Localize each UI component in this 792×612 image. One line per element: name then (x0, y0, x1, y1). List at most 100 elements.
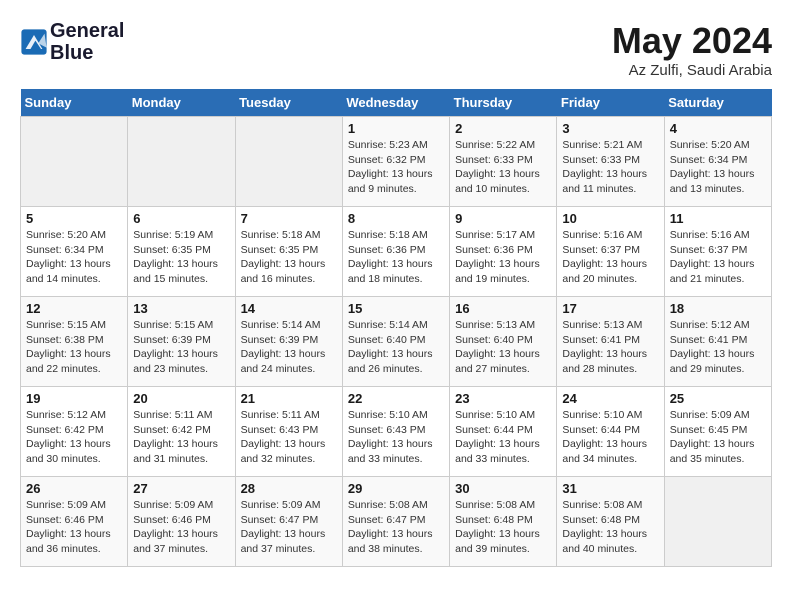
day-number: 10 (562, 211, 658, 226)
day-header-sunday: Sunday (21, 89, 128, 117)
logo-text: General Blue (50, 20, 124, 64)
page-header: General Blue May 2024 Az Zulfi, Saudi Ar… (20, 20, 772, 79)
day-number: 17 (562, 301, 658, 316)
calendar-cell: 26 Sunrise: 5:09 AM Sunset: 6:46 PM Dayli… (21, 477, 128, 567)
day-number: 31 (562, 481, 658, 496)
day-number: 3 (562, 121, 658, 136)
day-info: Sunrise: 5:14 AM Sunset: 6:40 PM Dayligh… (348, 318, 444, 377)
title-block: May 2024 Az Zulfi, Saudi Arabia (612, 20, 772, 79)
calendar-week-row: 19 Sunrise: 5:12 AM Sunset: 6:42 PM Dayli… (21, 387, 772, 477)
day-number: 14 (241, 301, 337, 316)
day-number: 19 (26, 391, 122, 406)
calendar-cell: 24 Sunrise: 5:10 AM Sunset: 6:44 PM Dayli… (557, 387, 664, 477)
day-number: 27 (133, 481, 229, 496)
day-info: Sunrise: 5:20 AM Sunset: 6:34 PM Dayligh… (670, 138, 766, 197)
calendar-week-row: 26 Sunrise: 5:09 AM Sunset: 6:46 PM Dayli… (21, 477, 772, 567)
day-number: 26 (26, 481, 122, 496)
day-header-thursday: Thursday (450, 89, 557, 117)
calendar-cell: 20 Sunrise: 5:11 AM Sunset: 6:42 PM Dayli… (128, 387, 235, 477)
day-info: Sunrise: 5:09 AM Sunset: 6:47 PM Dayligh… (241, 498, 337, 557)
day-header-monday: Monday (128, 89, 235, 117)
day-number: 7 (241, 211, 337, 226)
calendar-cell: 22 Sunrise: 5:10 AM Sunset: 6:43 PM Dayli… (342, 387, 449, 477)
day-header-tuesday: Tuesday (235, 89, 342, 117)
day-number: 8 (348, 211, 444, 226)
calendar-week-row: 1Sunrise: 5:23 AM Sunset: 6:32 PM Daylig… (21, 117, 772, 207)
day-info: Sunrise: 5:10 AM Sunset: 6:44 PM Dayligh… (562, 408, 658, 467)
calendar-header-row: SundayMondayTuesdayWednesdayThursdayFrid… (21, 89, 772, 117)
day-info: Sunrise: 5:08 AM Sunset: 6:47 PM Dayligh… (348, 498, 444, 557)
calendar-cell: 8 Sunrise: 5:18 AM Sunset: 6:36 PM Daylig… (342, 207, 449, 297)
day-info: Sunrise: 5:21 AM Sunset: 6:33 PM Dayligh… (562, 138, 658, 197)
day-number: 12 (26, 301, 122, 316)
day-info: Sunrise: 5:19 AM Sunset: 6:35 PM Dayligh… (133, 228, 229, 287)
calendar-cell: 23 Sunrise: 5:10 AM Sunset: 6:44 PM Dayli… (450, 387, 557, 477)
day-info: Sunrise: 5:12 AM Sunset: 6:42 PM Dayligh… (26, 408, 122, 467)
day-number: 28 (241, 481, 337, 496)
calendar-cell (21, 117, 128, 207)
day-number: 22 (348, 391, 444, 406)
calendar-cell: 29 Sunrise: 5:08 AM Sunset: 6:47 PM Dayli… (342, 477, 449, 567)
calendar-cell: 21Sunrise: 5:11 AM Sunset: 6:43 PM Dayli… (235, 387, 342, 477)
day-number: 16 (455, 301, 551, 316)
day-number: 13 (133, 301, 229, 316)
day-header-wednesday: Wednesday (342, 89, 449, 117)
calendar-cell: 28 Sunrise: 5:09 AM Sunset: 6:47 PM Dayli… (235, 477, 342, 567)
calendar-cell: 9Sunrise: 5:17 AM Sunset: 6:36 PM Daylig… (450, 207, 557, 297)
day-info: Sunrise: 5:15 AM Sunset: 6:38 PM Dayligh… (26, 318, 122, 377)
day-number: 29 (348, 481, 444, 496)
day-header-saturday: Saturday (664, 89, 771, 117)
calendar-cell: 25Sunrise: 5:09 AM Sunset: 6:45 PM Dayli… (664, 387, 771, 477)
day-number: 2 (455, 121, 551, 136)
calendar-week-row: 5 Sunrise: 5:20 AM Sunset: 6:34 PM Daylig… (21, 207, 772, 297)
calendar-cell: 18 Sunrise: 5:12 AM Sunset: 6:41 PM Dayli… (664, 297, 771, 387)
calendar-cell: 19 Sunrise: 5:12 AM Sunset: 6:42 PM Dayli… (21, 387, 128, 477)
day-info: Sunrise: 5:13 AM Sunset: 6:40 PM Dayligh… (455, 318, 551, 377)
calendar-cell: 5 Sunrise: 5:20 AM Sunset: 6:34 PM Daylig… (21, 207, 128, 297)
day-number: 30 (455, 481, 551, 496)
day-info: Sunrise: 5:12 AM Sunset: 6:41 PM Dayligh… (670, 318, 766, 377)
day-info: Sunrise: 5:14 AM Sunset: 6:39 PM Dayligh… (241, 318, 337, 377)
logo: General Blue (20, 20, 124, 64)
calendar-cell: 4Sunrise: 5:20 AM Sunset: 6:34 PM Daylig… (664, 117, 771, 207)
day-number: 6 (133, 211, 229, 226)
day-number: 20 (133, 391, 229, 406)
day-number: 21 (241, 391, 337, 406)
calendar-cell: 14 Sunrise: 5:14 AM Sunset: 6:39 PM Dayli… (235, 297, 342, 387)
day-number: 5 (26, 211, 122, 226)
calendar-cell: 15 Sunrise: 5:14 AM Sunset: 6:40 PM Dayli… (342, 297, 449, 387)
calendar-cell: 7 Sunrise: 5:18 AM Sunset: 6:35 PM Daylig… (235, 207, 342, 297)
day-info: Sunrise: 5:13 AM Sunset: 6:41 PM Dayligh… (562, 318, 658, 377)
day-info: Sunrise: 5:17 AM Sunset: 6:36 PM Dayligh… (455, 228, 551, 287)
calendar-cell: 3 Sunrise: 5:21 AM Sunset: 6:33 PM Daylig… (557, 117, 664, 207)
day-info: Sunrise: 5:10 AM Sunset: 6:43 PM Dayligh… (348, 408, 444, 467)
day-number: 15 (348, 301, 444, 316)
calendar-cell (664, 477, 771, 567)
calendar-cell: 17 Sunrise: 5:13 AM Sunset: 6:41 PM Dayli… (557, 297, 664, 387)
day-info: Sunrise: 5:23 AM Sunset: 6:32 PM Dayligh… (348, 138, 444, 197)
logo-icon (20, 28, 48, 56)
calendar-cell: 27Sunrise: 5:09 AM Sunset: 6:46 PM Dayli… (128, 477, 235, 567)
day-info: Sunrise: 5:10 AM Sunset: 6:44 PM Dayligh… (455, 408, 551, 467)
day-info: Sunrise: 5:09 AM Sunset: 6:46 PM Dayligh… (26, 498, 122, 557)
calendar-cell: 31 Sunrise: 5:08 AM Sunset: 6:48 PM Dayli… (557, 477, 664, 567)
day-info: Sunrise: 5:11 AM Sunset: 6:42 PM Dayligh… (133, 408, 229, 467)
day-number: 11 (670, 211, 766, 226)
day-info: Sunrise: 5:15 AM Sunset: 6:39 PM Dayligh… (133, 318, 229, 377)
day-info: Sunrise: 5:16 AM Sunset: 6:37 PM Dayligh… (562, 228, 658, 287)
day-info: Sunrise: 5:18 AM Sunset: 6:35 PM Dayligh… (241, 228, 337, 287)
day-number: 23 (455, 391, 551, 406)
day-info: Sunrise: 5:18 AM Sunset: 6:36 PM Dayligh… (348, 228, 444, 287)
day-info: Sunrise: 5:22 AM Sunset: 6:33 PM Dayligh… (455, 138, 551, 197)
day-header-friday: Friday (557, 89, 664, 117)
day-info: Sunrise: 5:08 AM Sunset: 6:48 PM Dayligh… (562, 498, 658, 557)
calendar-cell: 6 Sunrise: 5:19 AM Sunset: 6:35 PM Daylig… (128, 207, 235, 297)
location-subtitle: Az Zulfi, Saudi Arabia (612, 62, 772, 79)
calendar-cell: 11Sunrise: 5:16 AM Sunset: 6:37 PM Dayli… (664, 207, 771, 297)
calendar-cell: 30Sunrise: 5:08 AM Sunset: 6:48 PM Dayli… (450, 477, 557, 567)
day-info: Sunrise: 5:20 AM Sunset: 6:34 PM Dayligh… (26, 228, 122, 287)
day-number: 24 (562, 391, 658, 406)
calendar-cell (128, 117, 235, 207)
day-number: 18 (670, 301, 766, 316)
calendar-cell: 10 Sunrise: 5:16 AM Sunset: 6:37 PM Dayli… (557, 207, 664, 297)
